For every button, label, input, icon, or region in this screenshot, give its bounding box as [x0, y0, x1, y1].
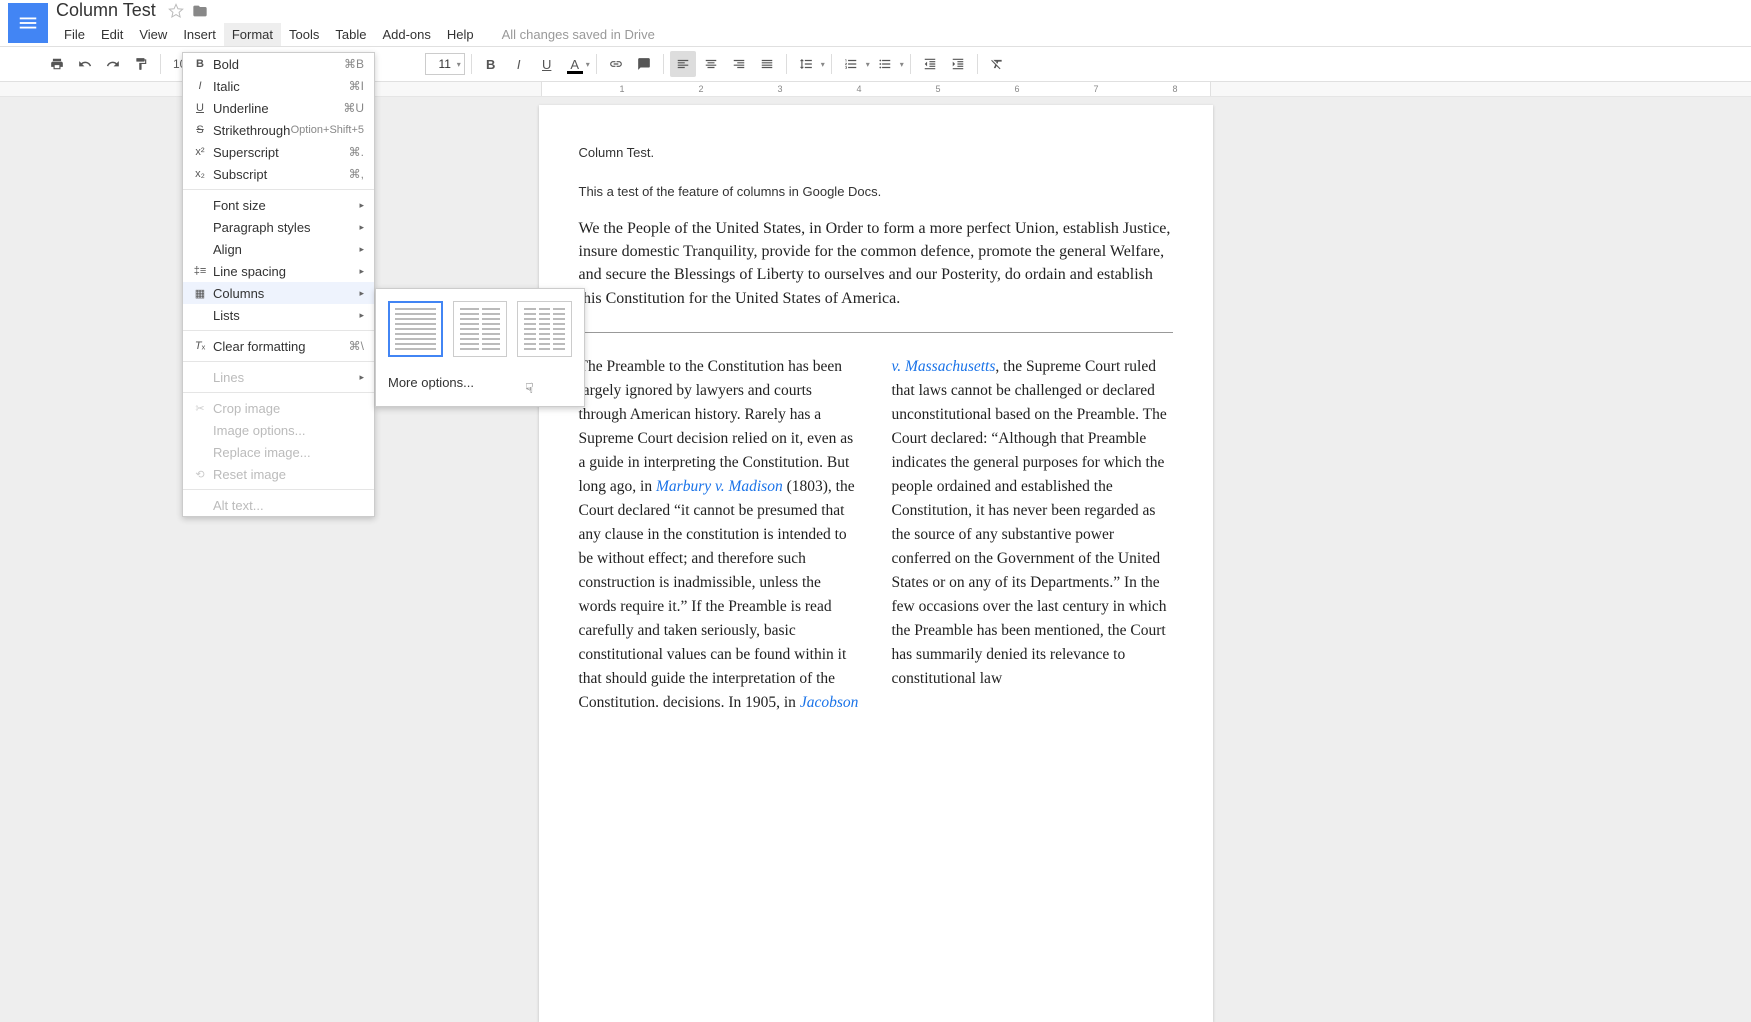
column-body: The Preamble to the Constitution has bee…: [579, 355, 1173, 715]
text-color-button[interactable]: A: [562, 51, 588, 77]
underline-button[interactable]: U: [534, 51, 560, 77]
ruler-mark: 6: [1015, 84, 1020, 94]
insert-comment-button[interactable]: [631, 51, 657, 77]
align-right-button[interactable]: [726, 51, 752, 77]
bold-button[interactable]: B: [478, 51, 504, 77]
menu-insert[interactable]: Insert: [175, 23, 224, 46]
format-font-size[interactable]: Font size ▸: [183, 194, 374, 216]
bulleted-list-button[interactable]: [872, 51, 898, 77]
submenu-arrow-icon: ▸: [359, 244, 364, 255]
format-underline[interactable]: U Underline ⌘U: [183, 97, 374, 119]
paint-format-button[interactable]: [128, 51, 154, 77]
menu-tools[interactable]: Tools: [281, 23, 327, 46]
bold-icon: B: [191, 58, 209, 70]
columns-option-1[interactable]: [388, 301, 443, 357]
italic-icon: I: [191, 80, 209, 92]
format-paragraph-styles[interactable]: Paragraph styles ▸: [183, 216, 374, 238]
line-spacing-icon: ‡≡: [191, 265, 209, 277]
submenu-arrow-icon: ▸: [359, 372, 364, 383]
line-spacing-button[interactable]: [793, 51, 819, 77]
menu-table[interactable]: Table: [327, 23, 374, 46]
format-subscript[interactable]: x₂ Subscript ⌘,: [183, 163, 374, 185]
ruler-mark: 1: [620, 84, 625, 94]
doc-heading: Column Test.: [579, 145, 1173, 160]
ruler-mark: 4: [857, 84, 862, 94]
format-line-spacing[interactable]: ‡≡ Line spacing ▸: [183, 260, 374, 282]
horizontal-rule: [579, 332, 1173, 333]
doc-intro: This a test of the feature of columns in…: [579, 184, 1173, 199]
subscript-icon: x₂: [191, 168, 209, 180]
align-justify-button[interactable]: [754, 51, 780, 77]
columns-submenu: More options...: [375, 288, 585, 407]
strikethrough-icon: S: [191, 124, 209, 136]
format-dropdown-menu: B Bold ⌘B I Italic ⌘I U Underline ⌘U S S…: [182, 52, 375, 517]
clear-formatting-button[interactable]: [984, 51, 1010, 77]
superscript-icon: x²: [191, 146, 209, 158]
format-crop-image: ✂ Crop image: [183, 397, 374, 419]
columns-option-3[interactable]: [517, 301, 572, 357]
menu-help[interactable]: Help: [439, 23, 482, 46]
ruler-mark: 8: [1173, 84, 1178, 94]
submenu-arrow-icon: ▸: [359, 288, 364, 299]
page[interactable]: Column Test. This a test of the feature …: [539, 105, 1213, 1022]
menu-format[interactable]: Format: [224, 23, 281, 46]
format-replace-image: Replace image...: [183, 441, 374, 463]
italic-button[interactable]: I: [506, 51, 532, 77]
reset-icon: ⟲: [191, 468, 209, 481]
submenu-arrow-icon: ▸: [359, 266, 364, 277]
menu-edit[interactable]: Edit: [93, 23, 131, 46]
format-clear-formatting[interactable]: Tₓ Clear formatting ⌘\: [183, 335, 374, 357]
insert-link-button[interactable]: [603, 51, 629, 77]
columns-option-2[interactable]: [453, 301, 508, 357]
ruler-mark: 7: [1094, 84, 1099, 94]
format-lines: Lines ▸: [183, 366, 374, 388]
menu-addons[interactable]: Add-ons: [374, 23, 438, 46]
format-alt-text: Alt text...: [183, 494, 374, 516]
body-text: , the Supreme Court ruled that laws cann…: [892, 358, 1167, 687]
submenu-arrow-icon: ▸: [359, 310, 364, 321]
columns-icon: ▦: [191, 287, 209, 300]
format-columns[interactable]: ▦ Columns ▸: [183, 282, 374, 304]
align-left-button[interactable]: [670, 51, 696, 77]
format-align[interactable]: Align ▸: [183, 238, 374, 260]
body-text: The Preamble to the Constitution has bee…: [579, 358, 854, 495]
clear-formatting-icon: Tₓ: [191, 340, 209, 352]
preamble-text: We the People of the United States, in O…: [579, 217, 1173, 310]
submenu-arrow-icon: ▸: [359, 200, 364, 211]
print-button[interactable]: [44, 51, 70, 77]
columns-more-options[interactable]: More options...: [388, 371, 572, 394]
body-text: (1803), the Court declared “it cannot be…: [579, 478, 855, 711]
docs-app-icon[interactable]: [8, 3, 48, 43]
menu-file[interactable]: File: [56, 23, 93, 46]
link-marbury[interactable]: Marbury v. Madison: [656, 478, 783, 495]
font-size-input[interactable]: 11: [425, 53, 465, 75]
star-icon[interactable]: [168, 3, 184, 19]
folder-icon[interactable]: [192, 3, 208, 19]
undo-button[interactable]: [72, 51, 98, 77]
format-italic[interactable]: I Italic ⌘I: [183, 75, 374, 97]
save-status: All changes saved in Drive: [502, 27, 655, 42]
format-superscript[interactable]: x² Superscript ⌘.: [183, 141, 374, 163]
decrease-indent-button[interactable]: [917, 51, 943, 77]
align-center-button[interactable]: [698, 51, 724, 77]
format-strikethrough[interactable]: S Strikethrough Option+Shift+5: [183, 119, 374, 141]
format-bold[interactable]: B Bold ⌘B: [183, 53, 374, 75]
menu-view[interactable]: View: [131, 23, 175, 46]
redo-button[interactable]: [100, 51, 126, 77]
underline-icon: U: [191, 102, 209, 114]
titlebar: Column Test File Edit View Insert Format…: [0, 0, 1751, 46]
format-image-options: Image options...: [183, 419, 374, 441]
ruler-mark: 2: [699, 84, 704, 94]
numbered-list-button[interactable]: [838, 51, 864, 77]
increase-indent-button[interactable]: [945, 51, 971, 77]
ruler-mark: 3: [778, 84, 783, 94]
submenu-arrow-icon: ▸: [359, 222, 364, 233]
crop-icon: ✂: [191, 402, 209, 415]
format-lists[interactable]: Lists ▸: [183, 304, 374, 326]
format-reset-image: ⟲ Reset image: [183, 463, 374, 485]
document-title[interactable]: Column Test: [56, 0, 156, 21]
ruler-mark: 5: [936, 84, 941, 94]
menubar: File Edit View Insert Format Tools Table…: [56, 21, 655, 46]
